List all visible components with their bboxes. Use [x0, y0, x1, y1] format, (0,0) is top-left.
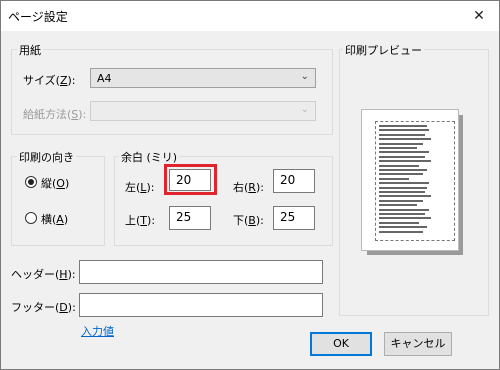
preview-text-line: [379, 213, 425, 215]
preview-text-line: [379, 133, 425, 136]
right-margin-value: 20: [280, 173, 296, 187]
cancel-button[interactable]: キャンセル: [384, 332, 452, 356]
title-bar[interactable]: ページ設定 ✕: [1, 1, 499, 31]
preview-text-line: [379, 138, 431, 141]
header-input[interactable]: [79, 260, 323, 284]
radio-selected-dot: [28, 179, 34, 185]
preview-text-line: [379, 142, 423, 145]
bottom-margin-input[interactable]: 25: [273, 206, 315, 230]
preview-text-line: [379, 217, 431, 220]
bottom-margin-label: 下(B):: [233, 214, 264, 227]
preview-text-line: [379, 208, 429, 211]
top-margin-value: 25: [176, 210, 192, 224]
preview-text-line: [379, 226, 427, 229]
ok-button[interactable]: OK: [310, 332, 372, 356]
portrait-radio[interactable]: [25, 176, 37, 188]
landscape-label[interactable]: 横(A): [41, 211, 68, 227]
preview-text-line: [379, 186, 427, 189]
chevron-down-icon: ⌄: [300, 71, 309, 82]
preview-text-line: [379, 169, 427, 171]
dialog-title: ページ設定: [8, 10, 68, 24]
margins-group-label: 余白 (ミリ): [119, 149, 180, 165]
preview-text-line: [379, 204, 417, 207]
portrait-label[interactable]: 縦(O): [41, 175, 69, 191]
landscape-radio[interactable]: [25, 212, 37, 224]
chevron-down-icon: ⌄: [300, 104, 309, 115]
preview-text-line: [379, 221, 419, 224]
footer-label: フッター(D):: [11, 301, 76, 314]
preview-text-line: [379, 191, 425, 193]
paper-group: [11, 49, 333, 135]
preview-text-line: [379, 230, 423, 233]
bottom-margin-value: 25: [280, 210, 296, 224]
paper-size-value: A4: [97, 72, 112, 85]
footer-input[interactable]: [79, 293, 323, 317]
page-setup-dialog: ページ設定 ✕ 用紙 サイズ(Z): A4 ⌄ 給紙方法(S): ⌄ 印刷の向き…: [0, 0, 500, 370]
close-icon[interactable]: ✕: [459, 1, 499, 31]
left-margin-value: 20: [176, 173, 192, 187]
left-margin-label: 左(L):: [125, 181, 155, 194]
preview-text-line: [379, 164, 419, 167]
preview-text-line: [379, 182, 429, 185]
preview-text-line: [379, 195, 431, 198]
paper-source-select[interactable]: ⌄: [90, 101, 316, 121]
preview-text-line: [379, 151, 429, 154]
orientation-group-label: 印刷の向き: [17, 149, 76, 165]
right-margin-label: 右(R):: [233, 181, 264, 194]
top-margin-input[interactable]: 25: [169, 206, 211, 230]
paper-size-label: サイズ(Z):: [23, 74, 76, 87]
preview-text-line: [379, 125, 427, 127]
preview-text-line: [379, 155, 425, 158]
preview-text-line: [379, 199, 423, 202]
input-values-link[interactable]: 入力値: [81, 323, 114, 339]
preview-text-line: [379, 177, 409, 180]
preview-text-line: [379, 129, 429, 132]
left-margin-input[interactable]: 20: [169, 169, 211, 191]
header-label: ヘッダー(H):: [11, 268, 76, 281]
preview-text-line: [379, 160, 431, 163]
paper-size-select[interactable]: A4 ⌄: [90, 68, 316, 88]
top-margin-label: 上(T):: [125, 214, 156, 227]
preview-text-line: [379, 147, 417, 149]
right-margin-input[interactable]: 20: [273, 169, 315, 193]
paper-group-label: 用紙: [17, 42, 43, 58]
paper-source-label: 給紙方法(S):: [23, 108, 87, 121]
preview-group-label: 印刷プレビュー: [343, 42, 424, 58]
orientation-group: [11, 156, 105, 246]
preview-text-line: [379, 173, 423, 176]
